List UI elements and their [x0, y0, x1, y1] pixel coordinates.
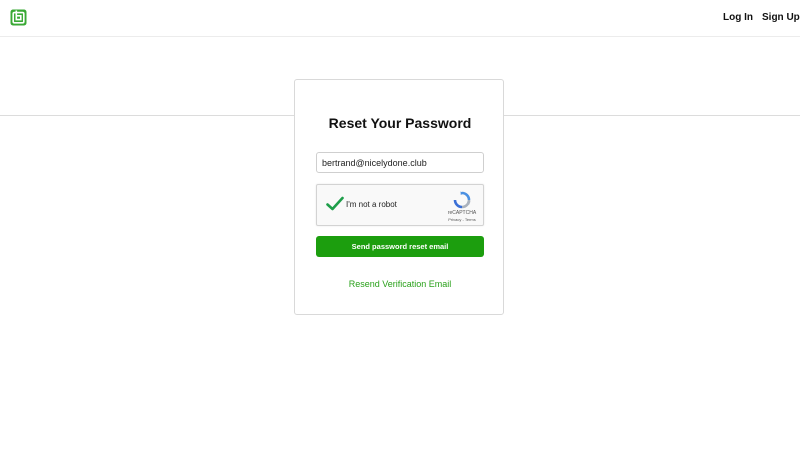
page-title: Reset Your Password — [328, 115, 472, 131]
recaptcha-links: Privacy - Terms — [435, 217, 489, 222]
brand-logo-icon[interactable] — [10, 9, 27, 26]
reset-password-page: Log In Sign Up Reset Your Password I'm n… — [0, 0, 800, 455]
recaptcha-terms-link[interactable]: Terms — [465, 217, 476, 222]
recaptcha-widget: I'm not a robot reCAPTCHA Privacy - Term… — [316, 184, 484, 226]
recaptcha-privacy-link[interactable]: Privacy — [448, 217, 461, 222]
recaptcha-brand: reCAPTCHA — [447, 210, 477, 216]
recaptcha-checkmark-icon[interactable] — [326, 196, 344, 212]
recaptcha-logo-icon — [453, 191, 471, 209]
reset-password-card: Reset Your Password I'm not a robot reCA… — [294, 79, 504, 315]
login-link[interactable]: Log In — [723, 11, 753, 25]
signup-link[interactable]: Sign Up — [762, 11, 800, 25]
recaptcha-label: I'm not a robot — [346, 200, 397, 209]
send-reset-email-button[interactable]: Send password reset email — [316, 236, 484, 257]
resend-verification-link[interactable]: Resend Verification Email — [295, 278, 505, 290]
email-field[interactable] — [316, 152, 484, 173]
top-navigation-bar: Log In Sign Up — [0, 0, 800, 37]
